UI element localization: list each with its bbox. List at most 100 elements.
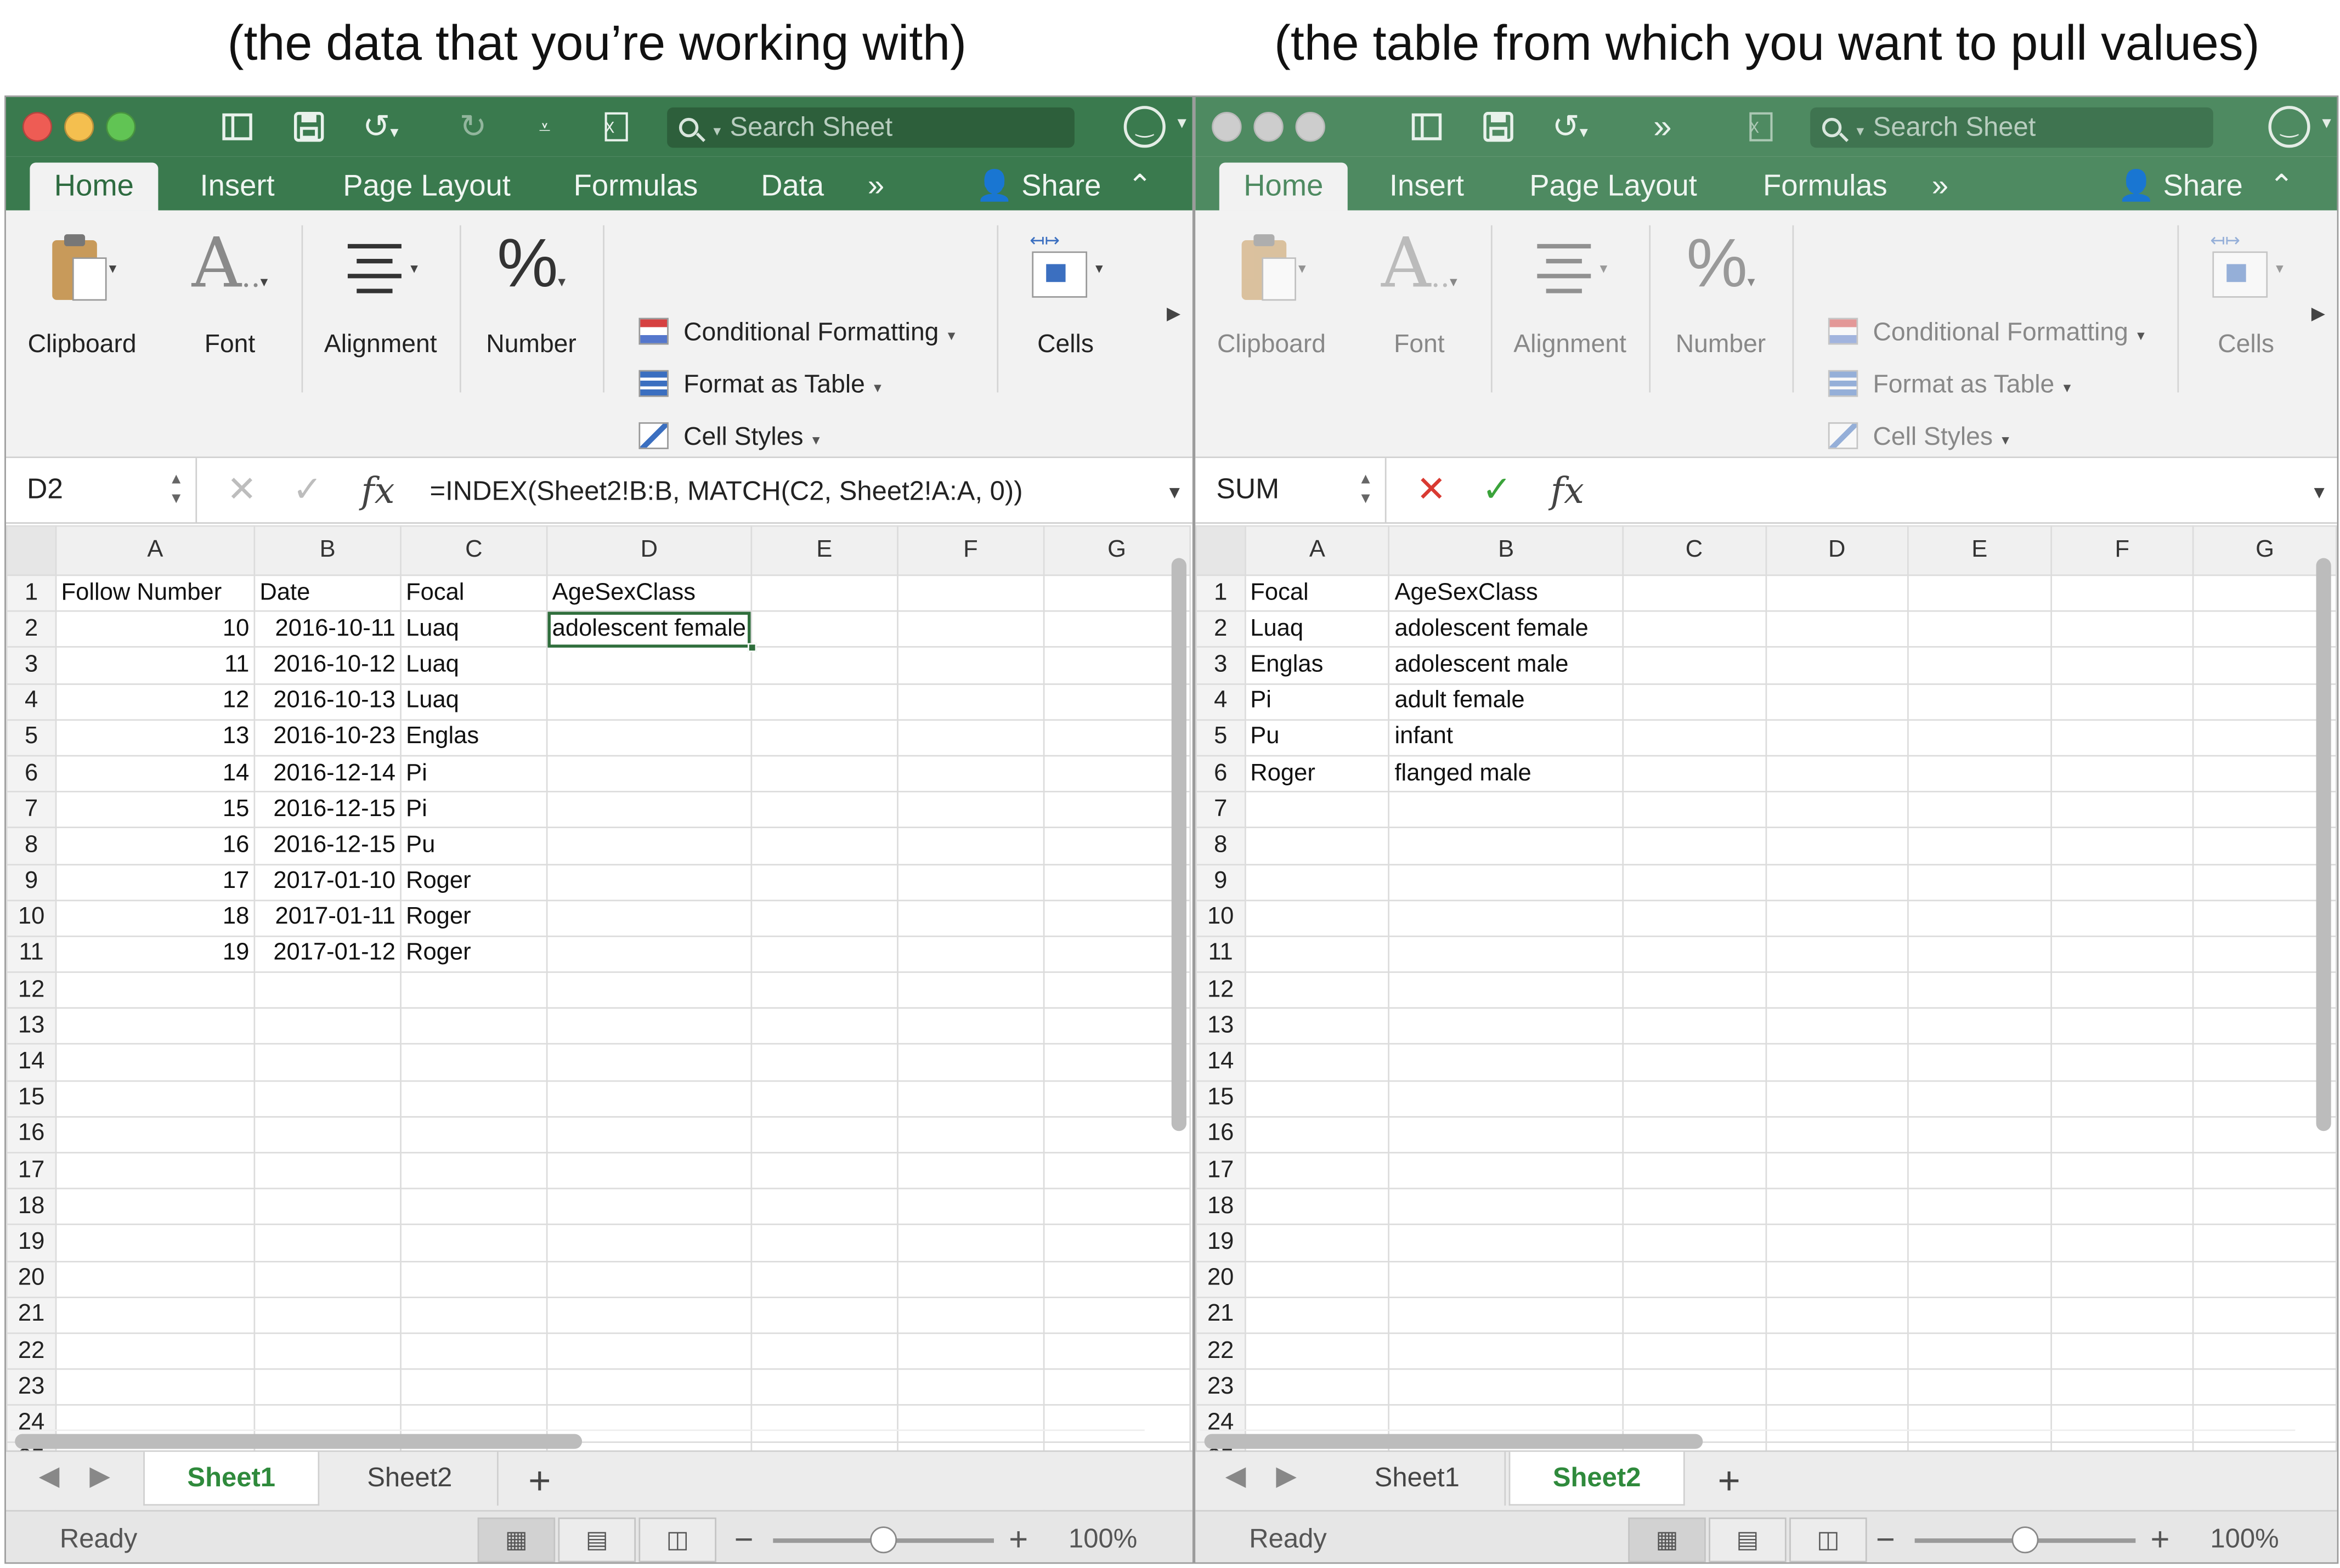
- cell-a17[interactable]: [1244, 1152, 1391, 1190]
- collapse-ribbon-icon[interactable]: ⌃: [1127, 170, 1152, 203]
- cell-d15[interactable]: [546, 1079, 752, 1118]
- cancel-formula-icon[interactable]: ✕: [1416, 471, 1446, 511]
- cell-b19[interactable]: [253, 1224, 402, 1262]
- ribbon-overflow-icon[interactable]: ▶: [1167, 303, 1180, 324]
- add-sheet-button[interactable]: +: [1718, 1455, 1740, 1506]
- normal-view-icon[interactable]: ▦: [1628, 1517, 1706, 1563]
- cell-a16[interactable]: [1244, 1116, 1391, 1154]
- cell-b6[interactable]: flanged male: [1388, 755, 1624, 793]
- cell-a11[interactable]: 19: [55, 935, 256, 973]
- cell-b16[interactable]: [1388, 1116, 1624, 1154]
- search-sheet-input[interactable]: ▾ Search Sheet: [1810, 107, 2213, 148]
- cell-g23[interactable]: [1043, 1368, 1191, 1406]
- cell-f14[interactable]: [896, 1043, 1045, 1082]
- tab-page-layout[interactable]: Page Layout: [325, 163, 528, 211]
- cell-e11[interactable]: [750, 935, 898, 973]
- cell-b11[interactable]: 2017-01-12: [253, 935, 402, 973]
- row-header[interactable]: 4: [1195, 682, 1246, 721]
- cell-f2[interactable]: [896, 610, 1045, 648]
- cancel-formula-icon[interactable]: ✕: [227, 471, 257, 511]
- zoom-window-button[interactable]: [106, 112, 136, 142]
- cell-c18[interactable]: [1622, 1188, 1766, 1226]
- row-header[interactable]: 15: [1195, 1079, 1246, 1118]
- cell-g5[interactable]: [1043, 718, 1191, 757]
- cell-b3[interactable]: 2016-10-12: [253, 647, 402, 684]
- cell-a20[interactable]: [1244, 1260, 1391, 1298]
- cell-a23[interactable]: [1244, 1368, 1391, 1406]
- cell-f17[interactable]: [896, 1152, 1045, 1190]
- cell-g4[interactable]: [1043, 682, 1191, 721]
- zoom-slider[interactable]: [773, 1526, 994, 1554]
- cell-d4[interactable]: [1765, 682, 1909, 721]
- cell-a19[interactable]: [1244, 1224, 1391, 1262]
- more-tabs-icon[interactable]: »: [854, 163, 898, 211]
- cell-f15[interactable]: [896, 1079, 1045, 1118]
- cell-d17[interactable]: [546, 1152, 752, 1190]
- cell-c23[interactable]: [400, 1368, 548, 1406]
- row-header[interactable]: 13: [5, 1007, 57, 1045]
- cell-a6[interactable]: 14: [55, 755, 256, 793]
- next-sheet-icon[interactable]: ▶: [1276, 1461, 1297, 1492]
- cell-a6[interactable]: Roger: [1244, 755, 1391, 793]
- cell-e22[interactable]: [750, 1332, 898, 1370]
- cell-c19[interactable]: [400, 1224, 548, 1262]
- cell-e2[interactable]: [750, 610, 898, 648]
- cell-d18[interactable]: [546, 1188, 752, 1226]
- cell-f20[interactable]: [896, 1260, 1045, 1298]
- row-header[interactable]: 21: [1195, 1296, 1246, 1334]
- cell-b20[interactable]: [253, 1260, 402, 1298]
- cell-c9[interactable]: Roger: [400, 863, 548, 901]
- cell-a9[interactable]: 17: [55, 863, 256, 901]
- cell-a13[interactable]: [1244, 1007, 1391, 1045]
- row-header[interactable]: 20: [1195, 1260, 1246, 1298]
- horizontal-scrollbar[interactable]: [1200, 1429, 2296, 1449]
- cell-b17[interactable]: [1388, 1152, 1624, 1190]
- cell-g21[interactable]: [2192, 1296, 2337, 1334]
- cell-b21[interactable]: [253, 1296, 402, 1334]
- cell-d22[interactable]: [1765, 1332, 1909, 1370]
- column-header-a[interactable]: A: [1244, 525, 1391, 576]
- row-header[interactable]: 17: [5, 1152, 57, 1190]
- cell-g10[interactable]: [1043, 899, 1191, 937]
- fill-handle[interactable]: [747, 643, 757, 653]
- zoom-slider[interactable]: [1914, 1526, 2136, 1554]
- cell-f22[interactable]: [896, 1332, 1045, 1370]
- cell-d22[interactable]: [546, 1332, 752, 1370]
- cell-a10[interactable]: 18: [55, 899, 256, 937]
- cell-b1[interactable]: AgeSexClass: [1388, 574, 1624, 613]
- cell-g3[interactable]: [2192, 647, 2337, 684]
- cell-b2[interactable]: 2016-10-11: [253, 610, 402, 648]
- cell-e12[interactable]: [1907, 971, 2052, 1009]
- cell-c21[interactable]: [1622, 1296, 1766, 1334]
- cell-e23[interactable]: [750, 1368, 898, 1406]
- tab-home[interactable]: Home: [30, 162, 159, 211]
- cell-e16[interactable]: [1907, 1116, 2052, 1154]
- cell-g9[interactable]: [2192, 863, 2337, 901]
- cell-f19[interactable]: [896, 1224, 1045, 1262]
- cell-c20[interactable]: [400, 1260, 548, 1298]
- column-header-f[interactable]: F: [896, 525, 1045, 576]
- cell-f1[interactable]: [2050, 574, 2195, 613]
- cell-f23[interactable]: [896, 1368, 1045, 1406]
- cell-e3[interactable]: [750, 647, 898, 684]
- cell-g11[interactable]: [1043, 935, 1191, 973]
- cell-a4[interactable]: Pi: [1244, 682, 1391, 721]
- zoom-out-button[interactable]: −: [734, 1512, 754, 1563]
- cell-e23[interactable]: [1907, 1368, 2052, 1406]
- sidebar-toggle-icon[interactable]: [212, 106, 263, 148]
- cell-a5[interactable]: Pu: [1244, 718, 1391, 757]
- cell-g7[interactable]: [1043, 791, 1191, 829]
- cell-g23[interactable]: [2192, 1368, 2337, 1406]
- cell-g16[interactable]: [1043, 1116, 1191, 1154]
- cell-f4[interactable]: [896, 682, 1045, 721]
- cell-a8[interactable]: [1244, 827, 1391, 865]
- row-header[interactable]: 3: [1195, 647, 1246, 684]
- cell-e20[interactable]: [750, 1260, 898, 1298]
- column-header-e[interactable]: E: [750, 525, 898, 576]
- cell-c9[interactable]: [1622, 863, 1766, 901]
- cell-f21[interactable]: [2050, 1296, 2195, 1334]
- cell-f2[interactable]: [2050, 610, 2195, 648]
- name-box[interactable]: D2 ▲ ▼: [6, 458, 197, 524]
- cell-e12[interactable]: [750, 971, 898, 1009]
- cell-c17[interactable]: [1622, 1152, 1766, 1190]
